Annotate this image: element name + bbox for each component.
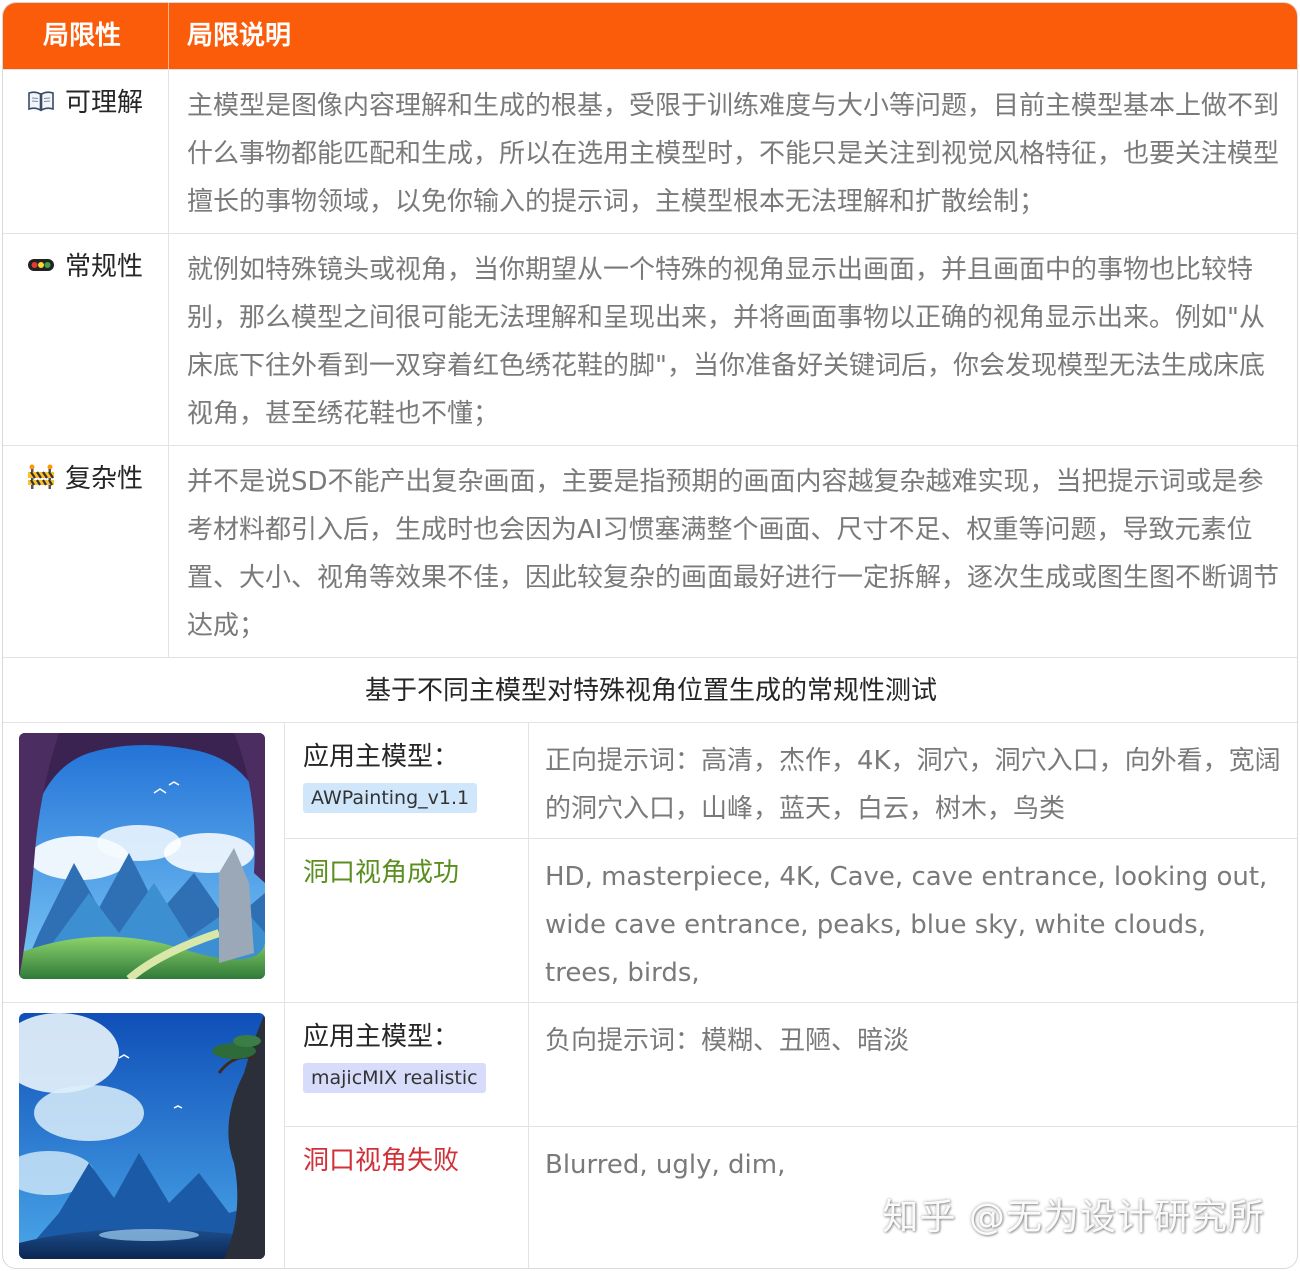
positive-prompt-cn: 正向提示词：高清，杰作，4K，洞穴，洞穴入口，向外看，宽阔的洞穴入口，山峰，蓝天… [529,723,1297,839]
open-book-icon [27,86,55,116]
document-frame: 局限性 局限说明 可理解 主模型是图像内容理解和生成的根基，受限于训练难度与大小… [2,2,1298,1269]
header-description: 局限说明 [187,21,292,51]
result-success: 洞口视角成功 [303,858,460,888]
comparison-block: 应用主模型： AWPainting_v1.1 洞口视角成功 正向提示词：高清，杰… [3,723,1297,1003]
traffic-light-icon [27,250,55,280]
positive-prompt-en: HD, masterpiece, 4K, Cave, cave entrance… [545,862,1268,988]
table-row: 常规性 就例如特殊镜头或视角，当你期望从一个特殊的视角显示出画面，并且画面中的事… [3,233,1297,445]
row-description: 主模型是图像内容理解和生成的根基，受限于训练难度与大小等问题，目前主模型基本上做… [187,91,1280,217]
row-label: 可理解 [65,88,144,118]
model-label: 应用主模型： [303,1022,460,1052]
row-label: 常规性 [65,252,144,282]
table-row: 复杂性 并不是说SD不能产出复杂画面，主要是指预期的画面内容越复杂越难实现，当把… [3,445,1297,657]
generated-image-failure [19,1013,265,1259]
model-label: 应用主模型： [303,742,460,772]
header-limitation: 局限性 [3,3,169,69]
model-name-tag: majicMIX realistic [303,1063,486,1093]
row-label: 复杂性 [65,464,144,494]
table-row: 可理解 主模型是图像内容理解和生成的根基，受限于训练难度与大小等问题，目前主模型… [3,69,1297,233]
row-description: 就例如特殊镜头或视角，当你期望从一个特殊的视角显示出画面，并且画面中的事物也比较… [187,255,1265,429]
limitations-table: 局限性 局限说明 可理解 主模型是图像内容理解和生成的根基，受限于训练难度与大小… [3,3,1297,657]
watermark: 知乎 @无为设计研究所 [882,1197,1265,1238]
construction-barrier-icon [27,462,55,492]
comparison-caption: 基于不同主模型对特殊视角位置生成的常规性测试 [3,657,1297,723]
model-name-tag: AWPainting_v1.1 [303,783,478,813]
row-description: 并不是说SD不能产出复杂画面，主要是指预期的画面内容越复杂越难实现，当把提示词或… [187,467,1280,641]
generated-image-success [19,733,265,979]
negative-prompt-cn: 负向提示词：模糊、丑陋、暗淡 [529,1003,1297,1127]
result-failure: 洞口视角失败 [303,1146,460,1176]
table-header: 局限性 局限说明 [3,3,1297,69]
